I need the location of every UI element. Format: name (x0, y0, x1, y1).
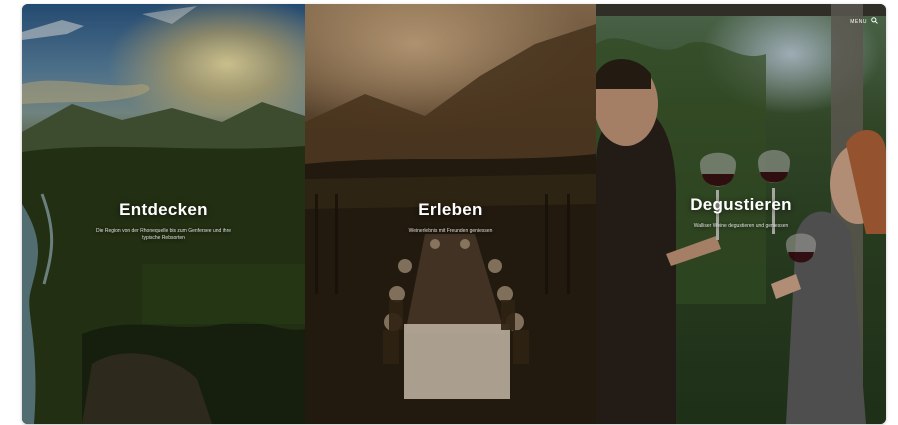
panel-subtitle: Weinerlebnis mit Freunden geniessen (408, 228, 493, 234)
panel-title: Entdecken (119, 200, 208, 219)
menu-label[interactable]: MENU (850, 19, 867, 25)
panel-subtitle: Die Region von der Rhonequelle bis zum G… (95, 228, 232, 241)
hero-gallery: Entdecken Die Region von der Rhonequelle… (22, 4, 886, 424)
panel-erleben[interactable]: Erleben Weinerlebnis mit Freunden genies… (305, 4, 596, 424)
top-menu[interactable]: MENU (850, 17, 878, 26)
panel-subtitle: Walliser Weine degustieren und geniessen (693, 223, 789, 229)
search-icon[interactable] (871, 17, 878, 26)
panel-title: Degustieren (690, 195, 792, 214)
panel-title: Erleben (418, 200, 483, 219)
panel-degustieren[interactable]: Degustieren Walliser Weine degustieren u… (596, 4, 886, 424)
panel-entdecken[interactable]: Entdecken Die Region von der Rhonequelle… (22, 4, 305, 424)
